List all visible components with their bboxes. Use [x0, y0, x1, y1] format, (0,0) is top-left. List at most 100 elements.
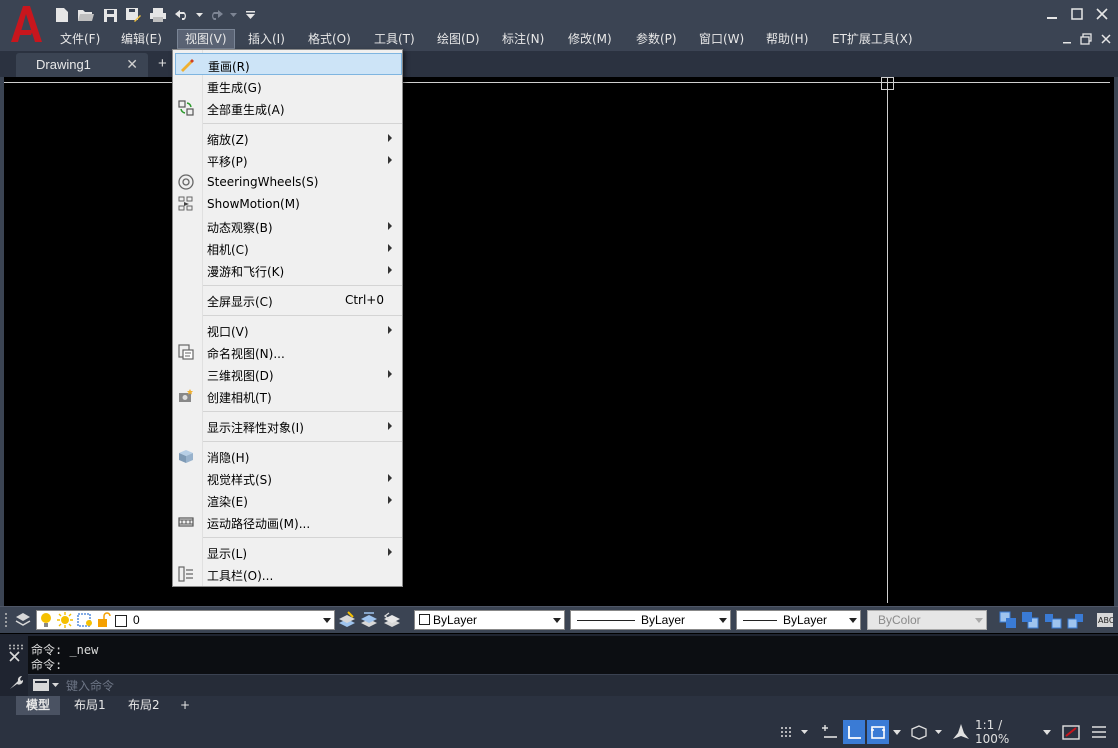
snap-mode-icon[interactable] [818, 720, 840, 744]
save-as-icon[interactable] [124, 6, 142, 24]
tab-drawing1[interactable]: Drawing1 ✕ [16, 53, 148, 77]
menu-separator [203, 441, 402, 442]
menu-help[interactable]: 帮助(H) [759, 29, 815, 49]
menu-tools[interactable]: 工具(T) [367, 29, 422, 49]
tab-layout1[interactable]: 布局1 [64, 696, 116, 715]
new-tab-plus-icon[interactable]: + [158, 55, 167, 72]
layer-properties-icon[interactable] [14, 611, 32, 629]
menu-item-render[interactable]: 渲染(E) [175, 489, 402, 511]
doc-minimize-icon[interactable] [1058, 30, 1076, 48]
menu-item-label: 全部重生成(A) [207, 103, 285, 117]
doc-close-icon[interactable] [1097, 30, 1115, 48]
menu-dimension[interactable]: 标注(N) [495, 29, 551, 49]
plotstyle-value: ByColor [878, 613, 921, 627]
menu-item-redraw[interactable]: 重画(R) [175, 53, 402, 75]
menu-item-regen[interactable]: 重生成(G) [175, 75, 402, 97]
add-layout-plus-icon[interactable]: + [170, 696, 200, 715]
tab-layout2[interactable]: 布局2 [118, 696, 170, 715]
tab-model[interactable]: 模型 [16, 696, 61, 715]
tab-close-icon[interactable]: ✕ [126, 56, 138, 73]
close-icon[interactable] [1093, 5, 1111, 23]
command-customize-wrench-icon[interactable] [8, 674, 24, 693]
undo-icon[interactable] [173, 6, 191, 24]
clean-screen-icon[interactable] [1060, 720, 1082, 744]
crosshair-horizontal [4, 82, 1110, 83]
menu-item-display[interactable]: 显示(L) [175, 541, 402, 563]
submenu-arrow-icon [388, 266, 392, 274]
menu-item-regen-all[interactable]: 全部重生成(A) [175, 97, 402, 119]
layer-combo[interactable]: 0 [36, 610, 335, 630]
menu-item-toolbars[interactable]: 工具栏(O)... [175, 563, 402, 585]
redo-dropdown-icon[interactable] [228, 6, 238, 24]
command-input[interactable] [28, 674, 1118, 696]
lineweight-combo[interactable]: ByLayer [736, 610, 861, 630]
annotation-visibility-icon[interactable] [950, 720, 972, 744]
text-style-icon[interactable]: ABC [1097, 611, 1115, 629]
menu-item-motion-path[interactable]: 运动路径动画(M)... [175, 511, 402, 533]
open-icon[interactable] [76, 6, 96, 24]
toolbars-icon [178, 566, 193, 582]
new-icon[interactable] [53, 6, 71, 24]
menu-item-create-camera[interactable]: 创建相机(T) [175, 385, 402, 407]
layer-previous-icon[interactable] [383, 611, 401, 629]
customize-icon[interactable] [243, 6, 257, 24]
menu-insert[interactable]: 插入(I) [241, 29, 292, 49]
draw-order-below-icon[interactable] [1067, 611, 1085, 629]
customization-menu-icon[interactable] [1088, 720, 1110, 744]
make-current-layer-icon[interactable] [338, 611, 356, 629]
command-placeholder: 键入命令 [66, 679, 115, 693]
isodraft-icon[interactable] [908, 720, 944, 744]
submenu-arrow-icon [388, 156, 392, 164]
menu-draw[interactable]: 绘图(D) [430, 29, 487, 49]
menu-file[interactable]: 文件(F) [53, 29, 107, 49]
menu-item-3d-views[interactable]: 三维视图(D) [175, 363, 402, 385]
ortho-mode-icon[interactable] [843, 720, 865, 744]
menu-format[interactable]: 格式(O) [301, 29, 358, 49]
menu-item-visual-styles[interactable]: 视觉样式(S) [175, 467, 402, 489]
menu-item-orbit[interactable]: 动态观察(B) [175, 215, 402, 237]
menu-item-showmotion[interactable]: ShowMotion(M) [175, 193, 402, 215]
menu-item-named-views[interactable]: 命名视图(N)... [175, 341, 402, 363]
menu-item-label: 显示(L) [207, 547, 248, 561]
doc-restore-icon[interactable] [1077, 30, 1095, 48]
menu-parametric[interactable]: 参数(P) [629, 29, 684, 49]
toolbar-grip-icon[interactable] [4, 612, 10, 630]
polar-dropdown-icon[interactable] [890, 720, 904, 744]
redo-icon[interactable] [207, 6, 225, 24]
plot-icon[interactable] [148, 6, 168, 24]
linetype-combo[interactable]: ByLayer [570, 610, 731, 630]
save-icon[interactable] [101, 6, 119, 24]
draw-order-above-icon[interactable] [1044, 611, 1062, 629]
grid-icon[interactable] [776, 720, 812, 744]
menu-et-tools[interactable]: ET扩展工具(X) [825, 29, 920, 49]
menu-item-hide[interactable]: 消隐(H) [175, 445, 402, 467]
polar-tracking-icon[interactable] [867, 720, 889, 744]
draw-order-back-icon[interactable] [1021, 611, 1039, 629]
menu-item-zoom[interactable]: 缩放(Z) [175, 127, 402, 149]
undo-dropdown-icon[interactable] [194, 6, 204, 24]
match-layer-icon[interactable] [360, 611, 378, 629]
menu-modify[interactable]: 修改(M) [561, 29, 619, 49]
menu-item-steeringwheels[interactable]: SteeringWheels(S) [175, 171, 402, 193]
maximize-icon[interactable] [1068, 5, 1086, 23]
layer-unlock-icon [97, 612, 111, 631]
app-logo-icon[interactable] [8, 4, 44, 44]
title-bar: 文件(F) 编辑(E) 视图(V) 插入(I) 格式(O) 工具(T) 绘图(D… [0, 0, 1118, 50]
menu-item-annotative-objects[interactable]: 显示注释性对象(I) [175, 415, 402, 437]
submenu-arrow-icon [388, 134, 392, 142]
draw-order-front-icon[interactable] [999, 611, 1017, 629]
color-combo[interactable]: ByLayer [414, 610, 565, 630]
menu-item-camera[interactable]: 相机(C) [175, 237, 402, 259]
minimize-icon[interactable] [1043, 5, 1061, 23]
command-prompt-icon[interactable] [32, 678, 60, 695]
menu-item-walk-fly[interactable]: 漫游和飞行(K) [175, 259, 402, 281]
annotation-scale[interactable]: 1:1 / 100% [975, 718, 1053, 746]
command-close-icon[interactable] [9, 651, 20, 665]
menu-item-viewports[interactable]: 视口(V) [175, 319, 402, 341]
drawing-canvas[interactable] [0, 77, 1118, 606]
menu-view[interactable]: 视图(V) [177, 29, 235, 49]
menu-edit[interactable]: 编辑(E) [114, 29, 169, 49]
menu-item-pan[interactable]: 平移(P) [175, 149, 402, 171]
menu-item-clean-screen[interactable]: 全屏显示(C) Ctrl+0 [175, 289, 402, 311]
menu-window[interactable]: 窗口(W) [692, 29, 751, 49]
